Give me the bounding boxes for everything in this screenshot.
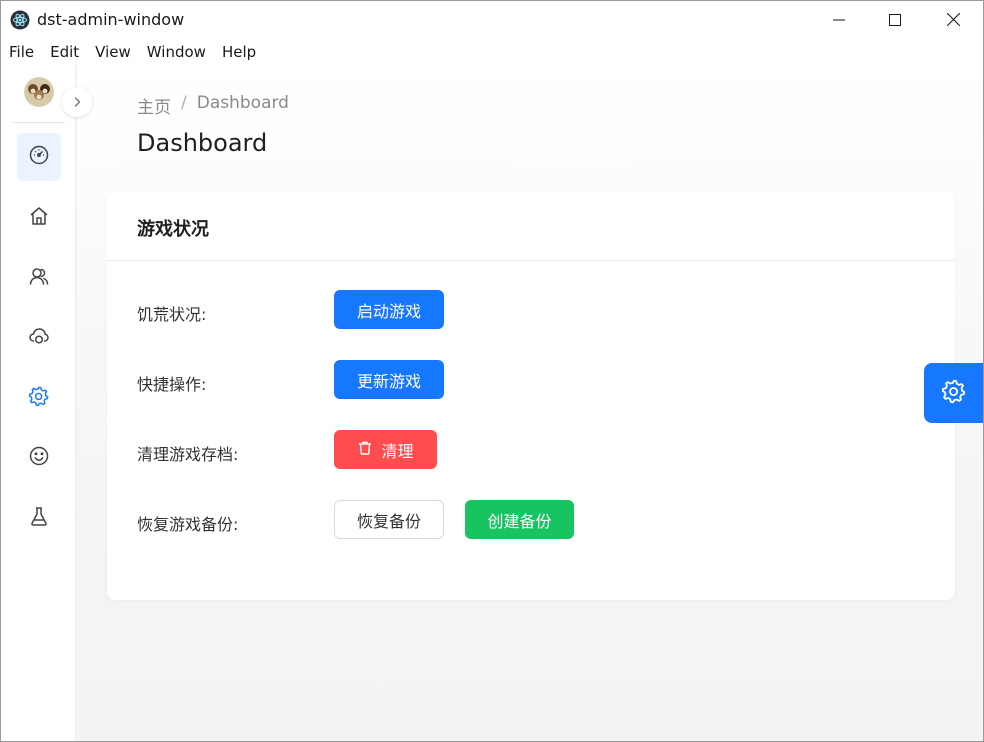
clear-saves-label: 清理 [381,441,414,461]
row-label-restore-backup: 恢复游戏备份: [137,515,239,534]
page-title: Dashboard [137,129,268,157]
flask-icon [28,505,50,531]
menu-file[interactable]: File [1,39,42,65]
gear-icon [28,385,50,411]
breadcrumb: 主页 / Dashboard [137,93,289,118]
home-icon [28,205,50,231]
sidebar-item-lab[interactable] [17,494,61,542]
electron-icon [10,10,30,30]
app-window: dst-admin-window File Edit View Window H… [0,0,984,742]
sidebar [1,65,76,741]
game-status-card: 游戏状况 饥荒状况: 启动游戏 快捷操作: 更新游戏 清理游戏存档: 清理 恢复… [107,192,955,600]
start-game-button[interactable]: 启动游戏 [334,290,444,329]
breadcrumb-separator: / [181,93,187,113]
create-backup-button[interactable]: 创建备份 [465,500,574,539]
breadcrumb-home[interactable]: 主页 [137,93,171,118]
sidebar-item-settings[interactable] [17,374,61,422]
sidebar-item-cloud[interactable] [17,314,61,362]
card-header: 游戏状况 [107,192,955,261]
window-title: dst-admin-window [37,10,185,29]
sidebar-divider [13,122,65,123]
sidebar-item-home[interactable] [17,194,61,242]
menu-view[interactable]: View [87,39,139,65]
minimize-icon [833,11,845,30]
cloud-icon [28,325,50,351]
sidebar-item-users[interactable] [17,254,61,302]
restore-backup-button[interactable]: 恢复备份 [334,500,444,539]
close-button[interactable] [924,1,982,39]
dashboard-gauge-icon [28,144,50,170]
menu-window[interactable]: Window [139,39,214,65]
title-bar[interactable]: dst-admin-window [1,1,983,39]
main-content: 主页 / Dashboard Dashboard 游戏状况 饥荒状况: 启动游戏… [77,65,983,741]
breadcrumb-current: Dashboard [196,93,289,113]
menu-edit[interactable]: Edit [42,39,87,65]
sidebar-item-dashboard[interactable] [17,133,61,181]
maximize-icon [889,11,901,30]
menu-bar: File Edit View Window Help [1,39,983,65]
chevron-right-icon [71,93,83,112]
menu-help[interactable]: Help [214,39,264,65]
gear-icon [941,378,967,408]
close-icon [946,11,960,30]
users-icon [28,265,50,291]
row-label-quick-actions: 快捷操作: [137,375,207,394]
update-game-button[interactable]: 更新游戏 [334,360,444,399]
row-label-dst-status: 饥荒状况: [137,305,207,324]
floating-settings-button[interactable] [924,363,983,423]
card-title: 游戏状况 [137,219,209,240]
minimize-button[interactable] [810,1,868,39]
trash-icon [357,440,373,460]
maximize-button[interactable] [866,1,924,39]
avatar[interactable] [24,77,54,107]
clear-saves-button[interactable]: 清理 [334,430,437,469]
smile-icon [28,445,50,471]
sidebar-item-smile[interactable] [17,434,61,482]
sidebar-collapse-button[interactable] [62,87,92,117]
row-label-clear-saves: 清理游戏存档: [137,445,239,464]
